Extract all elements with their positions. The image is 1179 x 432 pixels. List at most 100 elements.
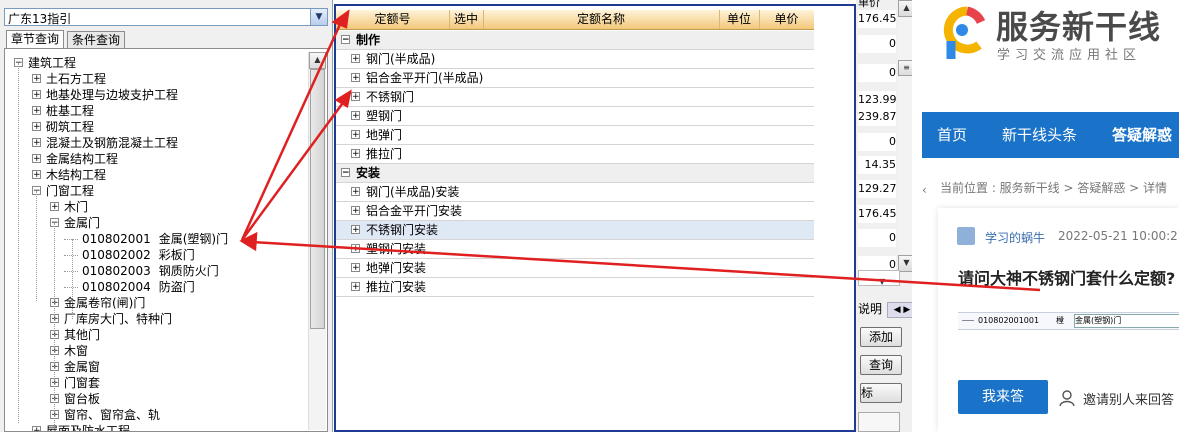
tree-node-item[interactable]: 砌筑工程 xyxy=(46,119,94,135)
grid-row[interactable]: + 推拉门安装 xyxy=(336,278,814,297)
col-quota-no[interactable]: 定额号 xyxy=(336,10,450,29)
author-name[interactable]: 学习的蜗牛 xyxy=(985,229,1045,246)
grid-row[interactable]: + 铝合金平开门安装 xyxy=(336,202,814,221)
tree-node-item[interactable]: 屋面及防水工程 xyxy=(46,423,130,431)
user-avatar-icon[interactable] xyxy=(957,227,975,245)
partial-field[interactable] xyxy=(858,412,900,432)
expand-icon[interactable]: + xyxy=(32,106,41,116)
tree-node-item[interactable]: 门窗工程 xyxy=(46,183,94,199)
answer-button[interactable]: 我来答 xyxy=(958,380,1048,414)
expand-icon[interactable]: + xyxy=(351,244,360,254)
tree-node-item[interactable]: 金属卷帘(闸)门 xyxy=(64,295,145,311)
collapse-icon[interactable]: − xyxy=(341,35,350,45)
query-button[interactable]: 查询 xyxy=(860,355,902,375)
chapter-tree: − 建筑工程 + 土石方工程 + 地基处理与边坡支护工程 + 桩基工程 + 砌筑工程 + 混凝土及钢筋… xyxy=(4,48,328,432)
tree-node-item[interactable]: 金属窗 xyxy=(64,359,100,375)
expand-icon[interactable]: + xyxy=(351,282,360,292)
tree-scrollbar[interactable]: ▲ xyxy=(308,52,326,430)
expand-icon[interactable]: + xyxy=(32,154,41,164)
grid-row[interactable]: + 推拉门 xyxy=(336,145,814,164)
tree-node-item[interactable]: 金属门 xyxy=(64,215,100,231)
tab-chapter-query[interactable]: 章节查询 xyxy=(6,30,65,49)
grid-row[interactable]: + 钢门(半成品) xyxy=(336,50,814,69)
expand-icon[interactable]: + xyxy=(351,263,360,273)
tree-leaf-item[interactable]: 010802004 防盗门 xyxy=(82,279,195,295)
nav-home[interactable]: 首页 xyxy=(937,112,967,158)
grid-row[interactable]: + 地弹门安装 xyxy=(336,259,814,278)
quota-name: 钢质防火门 xyxy=(158,264,219,278)
price-value: 176.45 xyxy=(858,205,897,223)
expand-icon[interactable]: + xyxy=(32,90,41,100)
scroll-up-icon[interactable]: ▲ xyxy=(309,52,326,69)
tree-node-item[interactable]: 木结构工程 xyxy=(46,167,106,183)
quota-code: 010802004 xyxy=(82,280,151,294)
chevron-left-icon[interactable]: ‹ xyxy=(922,183,927,197)
invite-others-link[interactable]: 邀请别人来回答 xyxy=(1083,389,1174,408)
tree-leaf-item[interactable]: 010802001 金属(塑钢)门 xyxy=(82,231,228,247)
tree-node-item[interactable]: 建筑工程 xyxy=(28,55,76,71)
expand-icon[interactable]: + xyxy=(32,170,41,180)
brand-name[interactable]: 服务新干线 xyxy=(996,2,1161,48)
add-button[interactable]: 添加 xyxy=(860,327,902,347)
expand-icon[interactable]: + xyxy=(351,130,360,140)
tree-node-item[interactable]: 厂库房大门、特种门 xyxy=(64,311,172,327)
grid-row-label: 塑钢门 xyxy=(366,109,403,123)
expand-icon[interactable]: + xyxy=(351,54,360,64)
note-label: 说明 xyxy=(858,302,883,316)
col-unit[interactable]: 单位 xyxy=(719,10,760,29)
col-price[interactable]: 单价 xyxy=(759,10,814,29)
col-quota-name[interactable]: 定额名称 xyxy=(483,10,720,29)
collapse-icon[interactable]: − xyxy=(341,168,350,178)
tree-node-item[interactable]: 桩基工程 xyxy=(46,103,94,119)
tree-node-item[interactable]: 金属结构工程 xyxy=(46,151,118,167)
col-selected[interactable]: 选中 xyxy=(449,10,484,29)
expand-icon[interactable]: + xyxy=(32,426,41,431)
expand-icon[interactable]: + xyxy=(32,122,41,132)
tree-node-item[interactable]: 窗台板 xyxy=(64,391,100,407)
tree-node-item[interactable]: 窗帘、窗帘盒、轨 xyxy=(64,407,160,423)
tree-node-item[interactable]: 地基处理与边坡支护工程 xyxy=(46,87,178,103)
tree-node-item[interactable]: 木窗 xyxy=(64,343,88,359)
expand-icon[interactable]: + xyxy=(351,187,360,197)
expand-icon[interactable]: + xyxy=(351,225,360,235)
tree-node-item[interactable]: 木门 xyxy=(64,199,88,215)
site-nav: 首页 新干线头条 答疑解惑 xyxy=(922,112,1179,158)
price-value: 0 xyxy=(858,133,896,151)
tree-node-item[interactable]: 混凝土及钢筋混凝土工程 xyxy=(46,135,178,151)
grid-row[interactable]: + 铝合金平开门(半成品) xyxy=(336,69,814,88)
grid-row-label: 推拉门安装 xyxy=(366,280,427,294)
grid-group-row[interactable]: − 制作 xyxy=(336,31,814,50)
expand-icon[interactable]: + xyxy=(32,74,41,84)
grid-row[interactable]: + 不锈钢门 xyxy=(336,88,814,107)
tree-leaf-item[interactable]: 010802002 彩板门 xyxy=(82,247,195,263)
nav-qa[interactable]: 答疑解惑 xyxy=(1112,112,1172,158)
tree-node-item[interactable]: 土石方工程 xyxy=(46,71,106,87)
scrollbar-thumb[interactable] xyxy=(310,69,325,329)
dropdown-icon[interactable]: ▼ xyxy=(879,276,891,288)
expand-icon[interactable]: + xyxy=(351,73,360,83)
grid-row[interactable]: + 塑钢门 xyxy=(336,107,814,126)
grid-row[interactable]: + 不锈钢门安装 xyxy=(336,221,814,240)
grid-row[interactable]: + 塑钢门安装 xyxy=(336,240,814,259)
expand-icon[interactable]: + xyxy=(351,149,360,159)
expand-icon[interactable]: + xyxy=(32,138,41,148)
question-screenshot-thumbnail[interactable]: 010802001001 樘 金属(塑钢)门 xyxy=(958,312,1179,330)
chevron-down-icon[interactable]: ▼ xyxy=(310,9,327,25)
grid-row[interactable]: + 地弹门 xyxy=(336,126,814,145)
grid-group-row[interactable]: − 安装 xyxy=(336,164,814,183)
tab-condition-query[interactable]: 条件查询 xyxy=(67,31,126,49)
expand-icon[interactable]: + xyxy=(351,111,360,121)
expand-icon[interactable]: + xyxy=(351,92,360,102)
partial-button[interactable]: 标 xyxy=(860,383,902,403)
expand-icon[interactable]: + xyxy=(351,206,360,216)
quota-library-select[interactable]: 广东13指引 ▼ xyxy=(4,8,328,26)
invite-user-icon[interactable] xyxy=(1059,390,1075,407)
tree-leaf-item[interactable]: 010802003 钢质防火门 xyxy=(82,263,219,279)
nav-headlines[interactable]: 新干线头条 xyxy=(1002,112,1077,158)
expand-icon[interactable]: + xyxy=(50,202,59,212)
tree-node-item[interactable]: 门窗套 xyxy=(64,375,100,391)
grid-row[interactable]: + 钢门(半成品)安装 xyxy=(336,183,814,202)
grid-row-label: 地弹门 xyxy=(366,128,403,142)
tree-guide-line xyxy=(72,239,73,319)
tree-node-item[interactable]: 其他门 xyxy=(64,327,100,343)
